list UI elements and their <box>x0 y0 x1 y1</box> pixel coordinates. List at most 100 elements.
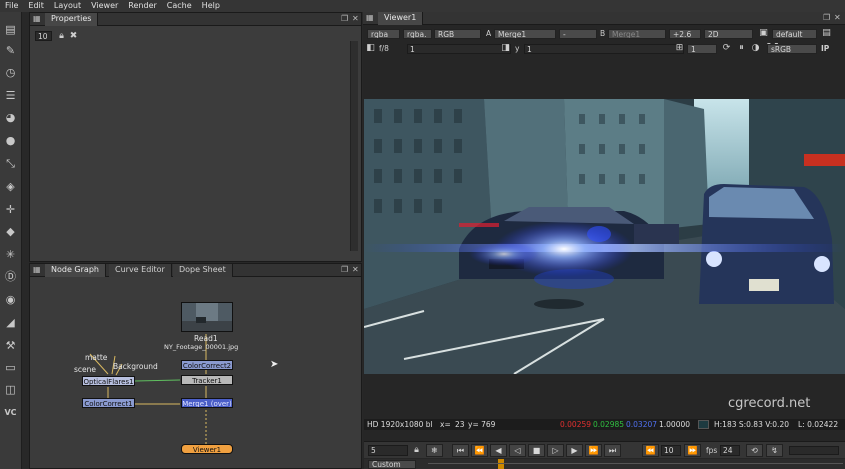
a-input-label: A <box>486 29 492 38</box>
view-mode-select[interactable]: 2D <box>704 29 753 39</box>
input-process-icon[interactable]: ▣ <box>758 28 769 39</box>
clear-panels-icon[interactable]: ✖ <box>68 31 79 42</box>
clock-icon[interactable]: ◷ <box>3 65 18 80</box>
metadata-icon[interactable]: ◢ <box>3 315 18 330</box>
playhead[interactable] <box>498 459 504 469</box>
channels-select[interactable]: rgba <box>367 29 400 39</box>
viewer-menu-icon[interactable]: ▤ <box>821 28 832 39</box>
colorcorrect2-node[interactable]: ColorCorrect2 <box>181 360 233 370</box>
skip-forward-button[interactable]: ⏩ <box>684 444 701 457</box>
tools-icon[interactable]: ⚒ <box>3 338 18 353</box>
next-keyframe-button[interactable]: ⏩ <box>585 444 602 457</box>
prev-keyframe-button[interactable]: ⏪ <box>471 444 488 457</box>
paint-brush-icon[interactable]: ✎ <box>3 43 18 58</box>
menu-render[interactable]: Render <box>123 0 161 12</box>
3d-cube-icon[interactable]: ◆ <box>3 224 18 239</box>
float-panel-icon[interactable]: ❐ <box>823 13 830 22</box>
wipe-mode-select[interactable]: - <box>559 29 597 39</box>
read-node-thumbnail[interactable] <box>181 302 233 332</box>
menu-cache[interactable]: Cache <box>162 0 197 12</box>
vc-icon[interactable]: VC <box>3 405 18 420</box>
timeline-bar[interactable]: Custom <box>364 459 845 469</box>
tracker1-node[interactable]: Tracker1 <box>181 375 233 385</box>
particles-icon[interactable]: ✳ <box>3 247 18 262</box>
menu-layout[interactable]: Layout <box>49 0 86 12</box>
deep-icon[interactable]: Ⓓ <box>3 269 18 284</box>
skip-back-button[interactable]: ⏪ <box>642 444 659 457</box>
colorcorrect1-node[interactable]: ColorCorrect1 <box>82 398 135 408</box>
b-input-select[interactable]: Merge1 <box>608 29 666 39</box>
properties-scrollbar[interactable] <box>350 41 358 251</box>
tab-viewer1[interactable]: Viewer1 <box>378 12 424 25</box>
stop-button[interactable]: ■ <box>528 444 545 457</box>
proxy-select[interactable]: 1 <box>687 44 717 54</box>
freeze-icon[interactable]: ❄ <box>426 444 443 457</box>
viewer1-node[interactable]: Viewer1 <box>181 444 233 454</box>
gain-value-input[interactable]: 1 <box>407 44 511 54</box>
next-frame-button[interactable]: ▶ <box>566 444 583 457</box>
playback-mode-button[interactable]: ↯ <box>766 444 783 457</box>
merge1-node[interactable]: Merge1 (over) <box>181 398 233 408</box>
merge-icon[interactable]: ◈ <box>3 179 18 194</box>
close-panel-icon[interactable]: ✕ <box>352 14 359 23</box>
menu-viewer[interactable]: Viewer <box>86 0 123 12</box>
lock-range-icon[interactable]: 🔒︎ <box>411 445 422 456</box>
furnace-icon[interactable]: ▭ <box>3 360 18 375</box>
play-backward-button[interactable]: ◁ <box>509 444 526 457</box>
viewer-tabbar: ▦ Viewer1 ❐ ✕ <box>363 12 845 25</box>
gamma-value-input[interactable]: 1 <box>524 44 684 54</box>
max-panels-input[interactable]: 10 <box>35 31 52 41</box>
clipping-warning-icon[interactable]: ◑ <box>750 43 761 54</box>
refresh-icon[interactable]: ⟳ <box>721 43 732 54</box>
gamma-toggle-icon[interactable]: ◨ <box>500 43 511 54</box>
channel-icon[interactable]: ☰ <box>3 88 18 103</box>
transport-end-field[interactable] <box>789 446 839 455</box>
viewer-info-bar: HD 1920x1080 bl x= 23 y= 769 0.00259 0.0… <box>364 419 845 430</box>
current-frame-input[interactable]: 5 <box>368 445 408 456</box>
views-icon[interactable]: ◉ <box>3 292 18 307</box>
last-frame-button[interactable]: ⏭ <box>604 444 621 457</box>
lock-icon[interactable]: 🔒︎ <box>56 31 67 42</box>
menu-help[interactable]: Help <box>197 0 225 12</box>
prev-frame-button[interactable]: ◀ <box>490 444 507 457</box>
tab-properties[interactable]: Properties <box>45 13 99 26</box>
menu-edit[interactable]: Edit <box>23 0 49 12</box>
float-panel-icon[interactable]: ❐ <box>341 14 348 23</box>
menu-file[interactable]: File <box>0 0 23 12</box>
fps-input[interactable]: 24 <box>720 445 740 456</box>
keyer-icon[interactable]: ⤡ <box>3 156 18 171</box>
frame-range-select[interactable]: Custom <box>368 460 416 469</box>
viewer-lut-select[interactable]: default <box>772 29 817 39</box>
pixel-red-value: 0.00259 <box>560 420 592 429</box>
pixel-alpha-value: 1.00000 <box>659 420 691 429</box>
panel-menu-icon[interactable]: ▦ <box>33 14 41 23</box>
matte-input-label: matte <box>85 353 108 362</box>
pixel-blue-value: 0.03207 <box>626 420 658 429</box>
cursor-x-label: x= <box>440 420 451 429</box>
viewer-image[interactable] <box>364 99 845 374</box>
roi-icon[interactable]: ⊞ <box>674 43 685 54</box>
gain-toggle-icon[interactable]: ◧ <box>365 43 376 54</box>
first-frame-button[interactable]: ⏮ <box>452 444 469 457</box>
other-icon[interactable]: ◫ <box>3 382 18 397</box>
frame-increment-input[interactable]: 10 <box>661 445 681 456</box>
image-icon[interactable]: ▤ <box>3 22 18 37</box>
fstop-label: f/8 <box>379 44 389 53</box>
loop-mode-button[interactable]: ⟲ <box>746 444 763 457</box>
play-forward-button[interactable]: ▷ <box>547 444 564 457</box>
gain-select[interactable]: +2.6 <box>669 29 701 39</box>
pause-icon[interactable]: ⏸ <box>736 43 747 54</box>
close-panel-icon[interactable]: ✕ <box>834 13 841 22</box>
filter-icon[interactable]: ● <box>3 133 18 148</box>
panel-menu-icon[interactable]: ▦ <box>366 13 374 22</box>
color-wheel-icon[interactable]: ◕ <box>3 110 18 125</box>
mouse-cursor: ➤ <box>270 359 279 370</box>
opticalflares1-node[interactable]: OpticalFlares1 <box>82 376 135 386</box>
colorspace-select[interactable]: sRGB <box>767 44 817 54</box>
display-mode-select[interactable]: RGB <box>434 29 481 39</box>
ip-button[interactable]: IP <box>821 44 829 54</box>
a-input-select[interactable]: Merge1 <box>494 29 556 39</box>
background-input-label: Background <box>113 362 158 371</box>
transform-icon[interactable]: ✛ <box>3 202 18 217</box>
alpha-channel-select[interactable]: rgba. <box>403 29 432 39</box>
